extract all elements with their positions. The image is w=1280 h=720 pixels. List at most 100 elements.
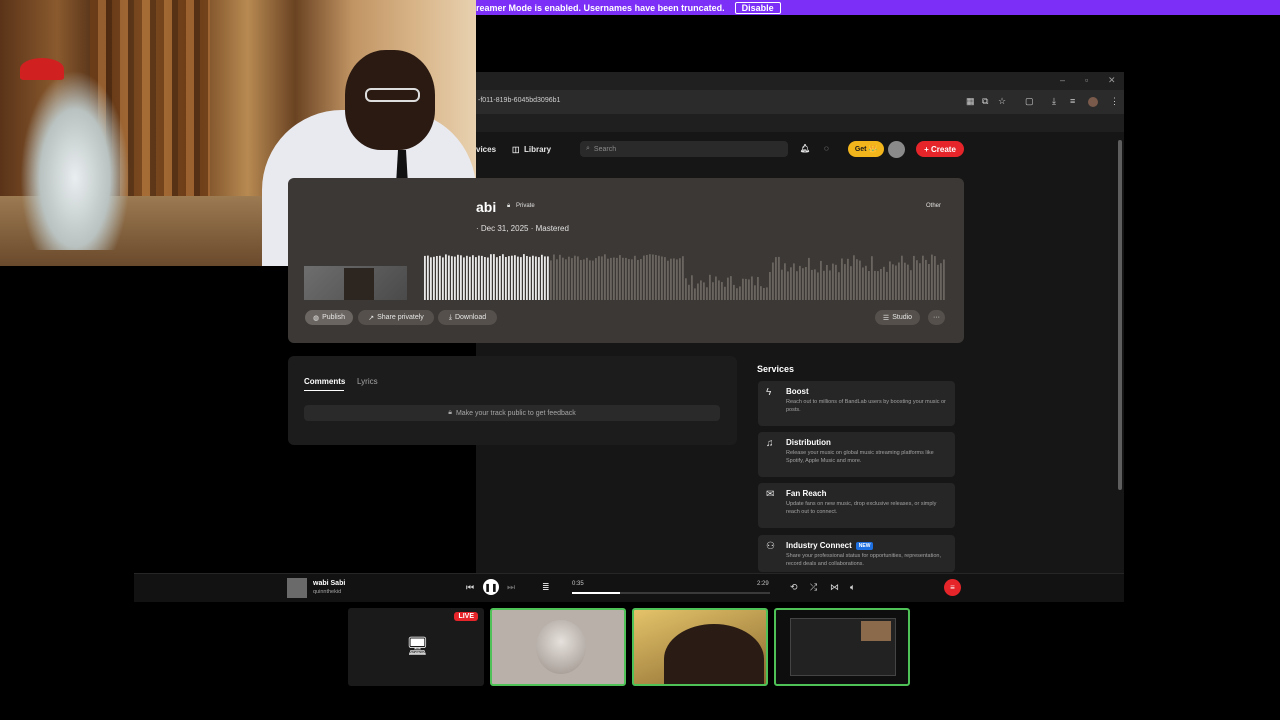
- service-name: Boost: [786, 387, 809, 396]
- track-artwork[interactable]: [304, 266, 407, 300]
- waveform-bar: [496, 257, 498, 300]
- media-control-icon[interactable]: ≡: [1070, 96, 1075, 106]
- waveform-bar: [757, 277, 759, 300]
- now-playing-artwork[interactable]: [287, 578, 307, 598]
- service-industry-connect[interactable]: ⚇ Industry Connect NEW Share your profess…: [758, 535, 955, 572]
- waveform-bar: [739, 286, 741, 300]
- waveform-bar: [610, 257, 612, 300]
- share-privately-button[interactable]: ↗ Share privately: [358, 310, 434, 325]
- download-button[interactable]: ⤓ Download: [438, 310, 497, 325]
- queue-icon[interactable]: ≣: [542, 582, 550, 593]
- streamer-mode-banner: reamer Mode is enabled. Usernames have b…: [476, 0, 1280, 15]
- waveform-bar: [571, 258, 573, 300]
- now-playing-title[interactable]: wabi Sabi: [313, 580, 345, 587]
- waveform-bar: [556, 259, 558, 300]
- waveform-bar: [910, 270, 912, 300]
- disable-streamer-mode-button[interactable]: Disable: [734, 1, 781, 14]
- waveform-toggle-icon[interactable]: ⋈: [830, 582, 839, 593]
- seek-bar[interactable]: [572, 592, 770, 594]
- waveform-bar: [583, 259, 585, 300]
- install-app-icon[interactable]: ▦: [966, 96, 975, 107]
- screen-share-tile[interactable]: LIVE 🖥︎: [348, 608, 484, 686]
- waveform-bar: [619, 255, 621, 300]
- music-note-icon: ♫: [766, 438, 774, 449]
- more-options-button[interactable]: ···: [928, 310, 945, 325]
- waveform[interactable]: [424, 254, 946, 300]
- pause-button[interactable]: ❚❚: [483, 579, 499, 595]
- waveform-bar: [808, 257, 810, 300]
- notifications-icon[interactable]: 🔔︎: [800, 144, 810, 153]
- messages-icon[interactable]: ◌: [824, 144, 829, 153]
- waveform-bar: [502, 254, 504, 300]
- studio-button[interactable]: ☰ Studio: [875, 310, 920, 325]
- maximize-icon[interactable]: ▫: [1085, 75, 1088, 85]
- service-description: Reach out to millions of BandLab users b…: [786, 399, 946, 413]
- search-input[interactable]: ⌕ Search: [580, 141, 788, 157]
- nav-services[interactable]: vices: [476, 145, 496, 154]
- waveform-bar: [811, 269, 813, 300]
- waveform-bar: [682, 256, 684, 300]
- user-avatar[interactable]: [888, 141, 905, 158]
- elapsed-time: 0:35: [572, 581, 584, 587]
- waveform-bar: [883, 266, 885, 300]
- downloads-icon[interactable]: ⤓: [1052, 96, 1056, 107]
- participant-tile-3[interactable]: [774, 608, 910, 686]
- waveform-bar: [694, 288, 696, 300]
- now-playing-artist[interactable]: quinnthekid: [313, 589, 341, 595]
- feedback-notice: 🔒︎ Make your track public to get feedbac…: [304, 405, 720, 421]
- service-fan-reach[interactable]: ✉ Fan Reach Update fans on new music, dr…: [758, 483, 955, 528]
- volume-icon[interactable]: 🔈︎: [850, 582, 855, 593]
- bookmark-star-icon[interactable]: ☆: [998, 96, 1006, 107]
- waveform-bar: [553, 254, 555, 300]
- waveform-bar: [787, 271, 789, 300]
- track-meta: · Dec 31, 2025 · Mastered: [476, 224, 569, 233]
- banner-message: reamer Mode is enabled. Usernames have b…: [476, 2, 725, 13]
- next-track-icon[interactable]: ⏭︎: [507, 582, 515, 593]
- service-description: Release your music on global music strea…: [786, 450, 934, 464]
- tab-lyrics[interactable]: Lyrics: [357, 377, 378, 386]
- close-icon[interactable]: ✕: [1108, 75, 1116, 86]
- page-scrollbar[interactable]: [1118, 140, 1122, 490]
- waveform-bar: [769, 272, 771, 300]
- address-bar[interactable]: -f011-819b-6045bd3096b1 ▦ ⧉ ☆ ▢ ⤓ ≡ ⋮: [476, 90, 1124, 114]
- extensions-icon[interactable]: ▢: [1025, 96, 1034, 107]
- kebab-menu-icon[interactable]: ⋮: [1110, 96, 1119, 107]
- service-distribution[interactable]: ♫ Distribution Release your music on glo…: [758, 432, 955, 477]
- participant-tile-2[interactable]: [632, 608, 768, 686]
- nav-library[interactable]: Library: [524, 145, 551, 154]
- waveform-bar: [577, 256, 579, 300]
- waveform-bar: [439, 255, 441, 300]
- waveform-bar: [919, 263, 921, 300]
- cast-icon[interactable]: ⧉: [982, 96, 988, 107]
- tab-comments[interactable]: Comments: [304, 377, 345, 386]
- waveform-bar: [790, 267, 792, 300]
- get-membership-button[interactable]: Get 👑: [848, 141, 884, 157]
- service-boost[interactable]: ϟ Boost Reach out to millions of BandLab…: [758, 381, 955, 426]
- participant-tile-1[interactable]: [490, 608, 626, 686]
- waveform-bar: [817, 272, 819, 300]
- waveform-bar: [931, 254, 933, 300]
- minimize-icon[interactable]: –: [1060, 75, 1065, 85]
- waveform-bar: [514, 255, 516, 300]
- url-text: -f011-819b-6045bd3096b1: [478, 97, 561, 104]
- waveform-bar: [646, 255, 648, 300]
- repeat-icon[interactable]: ⟲: [790, 582, 798, 593]
- shuffle-icon[interactable]: ⤮: [810, 582, 817, 593]
- waveform-bar: [736, 288, 738, 300]
- publish-button[interactable]: ◍ Publish: [305, 310, 353, 325]
- waveform-bar: [634, 255, 636, 300]
- previous-track-icon[interactable]: ⏮︎: [466, 582, 474, 593]
- waveform-bar: [667, 260, 669, 300]
- download-label: Download: [454, 314, 487, 321]
- profile-avatar-icon[interactable]: [1088, 97, 1098, 107]
- waveform-bar: [829, 270, 831, 300]
- create-button[interactable]: + Create: [916, 141, 964, 157]
- queue-menu-button[interactable]: ≡: [944, 579, 961, 596]
- waveform-bar: [841, 258, 843, 300]
- player-bar: [134, 573, 1124, 602]
- waveform-bar: [754, 285, 756, 300]
- waveform-bar: [595, 258, 597, 300]
- waveform-bar: [652, 254, 654, 300]
- waveform-bar: [796, 271, 798, 300]
- library-icon[interactable]: ◫: [512, 145, 520, 154]
